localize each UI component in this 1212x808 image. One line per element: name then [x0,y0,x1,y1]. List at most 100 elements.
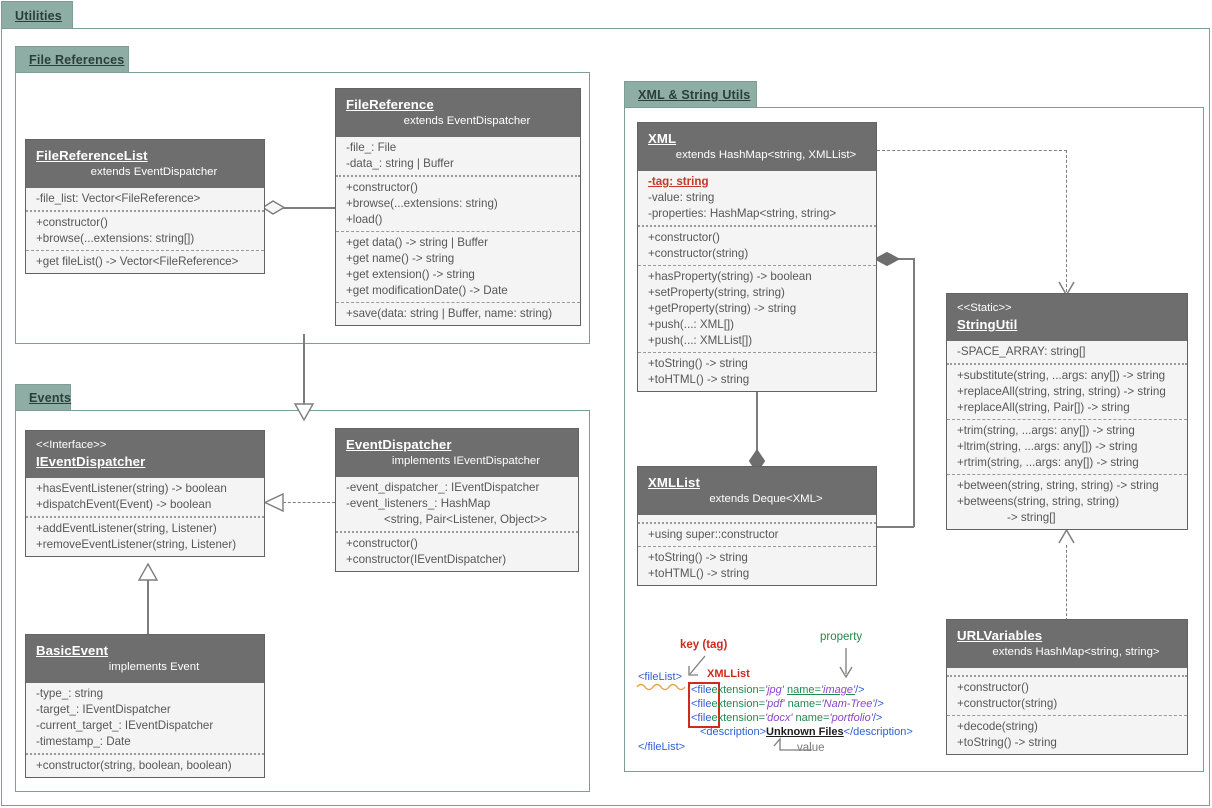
squiggle-underline [636,681,688,693]
xml-attr-extension: extension= [712,712,766,724]
xml-tag-open: <file [691,684,712,696]
xml-tag-close: /> [855,684,864,696]
xml-tag-close: /> [873,712,882,724]
class-member-row-highlighted: -tag: string [638,174,876,190]
class-body-event-dispatcher: -event_dispatcher_: IEventDispatcher -ev… [336,477,578,571]
class-member-row: +between(string, string, string) -> stri… [947,478,1187,494]
class-methods-group: +hasEventListener(string) -> boolean +di… [26,478,264,516]
connector-composition-xmllist-h [876,526,914,528]
xml-attr-name: name= [787,684,821,696]
class-member-row: -event_dispatcher_: IEventDispatcher [336,480,578,496]
class-body-xml: -tag: string -value: string -properties:… [638,171,876,391]
class-member-row: +substitute(string, ...args: any[]) -> s… [947,368,1187,384]
class-basic-event[interactable]: BasicEvent implements Event -type_: stri… [25,634,265,778]
class-member-row: +ltrim(string, ...args: any[]) -> string [947,439,1187,455]
class-member-row: +load() [336,212,580,228]
annotation-label-value: value [797,742,825,754]
connector-composition-xml-xmllist [756,392,758,454]
class-member-row: +removeEventListener(string, Listener) [26,537,264,553]
class-header-xml: XML extends HashMap<string, XMLList> [638,123,876,171]
class-member-row: -target_: IEventDispatcher [26,702,264,718]
xml-attr-name-value: 'Nam-Tree' [822,698,875,710]
class-name-xml-list: XMLList [648,474,866,491]
class-subtitle-file-reference-list: extends EventDispatcher [36,164,254,180]
class-member-row: +decode(string) [947,719,1187,735]
class-member-row: +constructor(string) [638,246,876,262]
class-subtitle-basic-event: implements Event [36,659,254,675]
connector-generalization-basicevent-ieventdispatcher [147,580,149,635]
class-xml-list[interactable]: XMLList extends Deque<XML> +using super:… [637,466,877,586]
class-methods-group: +save(data: string | Buffer, name: strin… [336,302,580,325]
class-attributes-group: -SPACE_ARRAY: string[] [947,341,1187,363]
xml-description-open: <description> [700,726,766,738]
class-attributes-group-empty [947,668,1187,675]
class-name-xml: XML [648,130,866,147]
class-xml[interactable]: XML extends HashMap<string, XMLList> -ta… [637,122,877,392]
class-methods-group: +using super::constructor [638,522,876,546]
class-member-row-continuation: <string, Pair<Listener, Object>> [336,512,578,528]
class-methods-group: +get fileList() -> Vector<FileReference> [26,250,264,273]
package-tab-file-references[interactable]: File References [15,46,129,73]
class-attributes-group: -type_: string -target_: IEventDispatche… [26,683,264,753]
class-header-basic-event: BasicEvent implements Event [26,635,264,683]
class-url-variables[interactable]: URLVariables extends HashMap<string, str… [946,619,1188,755]
xml-description-value: Unknown Files [766,726,844,738]
class-member-row: +getProperty(string) -> string [638,301,876,317]
class-member-row: -data_: string | Buffer [336,156,580,172]
annotation-arrow-property [838,648,854,680]
class-member-row: +replaceAll(string, string, string) -> s… [947,384,1187,400]
class-member-row: +push(...: XMLList[]) [638,333,876,349]
class-member-row: +get fileList() -> Vector<FileReference> [26,254,264,270]
class-attributes-group: -tag: string -value: string -properties:… [638,171,876,225]
xml-attr-name: name= [796,712,830,724]
class-methods-group: +constructor() +constructor(IEventDispat… [336,531,578,571]
class-name-file-reference: FileReference [346,96,570,113]
class-subtitle-file-reference: extends EventDispatcher [346,113,570,129]
generalization-arrow-hollow-down [294,403,314,423]
class-member-row: +toString() -> string [638,356,876,372]
dependency-arrow-open-up [1058,528,1076,544]
class-name-string-util: StringUtil [957,316,1177,333]
xml-attr-extension-value: 'pdf' [765,698,785,710]
connector-realization-eventdispatcher-ieventdispatcher [283,502,335,503]
class-body-ievent-dispatcher: +hasEventListener(string) -> boolean +di… [26,478,264,556]
class-member-row: +constructor() [638,230,876,246]
generalization-arrow-hollow-up [138,562,158,582]
package-tab-events-label: Events [29,391,71,405]
class-string-util[interactable]: <<Static>> StringUtil -SPACE_ARRAY: stri… [946,293,1188,530]
class-member-row: +rtrim(string, ...args: any[]) -> string [947,455,1187,471]
class-methods-group: +get data() -> string | Buffer +get name… [336,231,580,302]
class-member-row: +get data() -> string | Buffer [336,235,580,251]
class-member-row: +toHTML() -> string [638,566,876,582]
class-member-row: +constructor(string) [947,696,1187,712]
class-ievent-dispatcher[interactable]: <<Interface>> IEventDispatcher +hasEvent… [25,430,265,557]
class-name-event-dispatcher: EventDispatcher [346,436,568,453]
connector-dependency-xml-stringutil-v [1066,150,1067,292]
class-body-file-reference-list: -file_list: Vector<FileReference> +const… [26,188,264,273]
class-methods-group: +toString() -> string +toHTML() -> strin… [638,546,876,585]
class-member-row: +constructor() [336,180,580,196]
class-methods-group: +toString() -> string +toHTML() -> strin… [638,352,876,391]
package-tab-events[interactable]: Events [15,384,71,411]
class-member-row: +get modificationDate() -> Date [336,283,580,299]
package-tab-utilities[interactable]: Utilities [1,1,73,29]
class-member-row: +addEventListener(string, Listener) [26,521,264,537]
class-event-dispatcher[interactable]: EventDispatcher implements IEventDispatc… [335,428,579,572]
class-header-string-util: <<Static>> StringUtil [947,294,1187,341]
class-member-row: -file_: File [336,140,580,156]
class-file-reference[interactable]: FileReference extends EventDispatcher -f… [335,88,581,326]
class-member-row: -properties: HashMap<string, string> [638,206,876,222]
class-stereotype-ievent-dispatcher: <<Interface>> [36,438,254,453]
class-member-row: +hasEventListener(string) -> boolean [26,481,264,497]
xml-example-row: <fileextension='jpg' name='image'/> [691,684,865,696]
class-member-row: +constructor(IEventDispatcher) [336,552,578,568]
class-member-row: +constructor() [947,680,1187,696]
class-member-row: +hasProperty(string) -> boolean [638,269,876,285]
xml-attr-extension-value: 'docx' [765,712,792,724]
class-name-ievent-dispatcher: IEventDispatcher [36,453,254,470]
class-header-url-variables: URLVariables extends HashMap<string, str… [947,620,1187,668]
package-tab-xml-string-utils[interactable]: XML & String Utils [624,81,757,108]
class-header-ievent-dispatcher: <<Interface>> IEventDispatcher [26,431,264,478]
class-file-reference-list[interactable]: FileReferenceList extends EventDispatche… [25,139,265,274]
class-subtitle-event-dispatcher: implements IEventDispatcher [346,453,568,469]
